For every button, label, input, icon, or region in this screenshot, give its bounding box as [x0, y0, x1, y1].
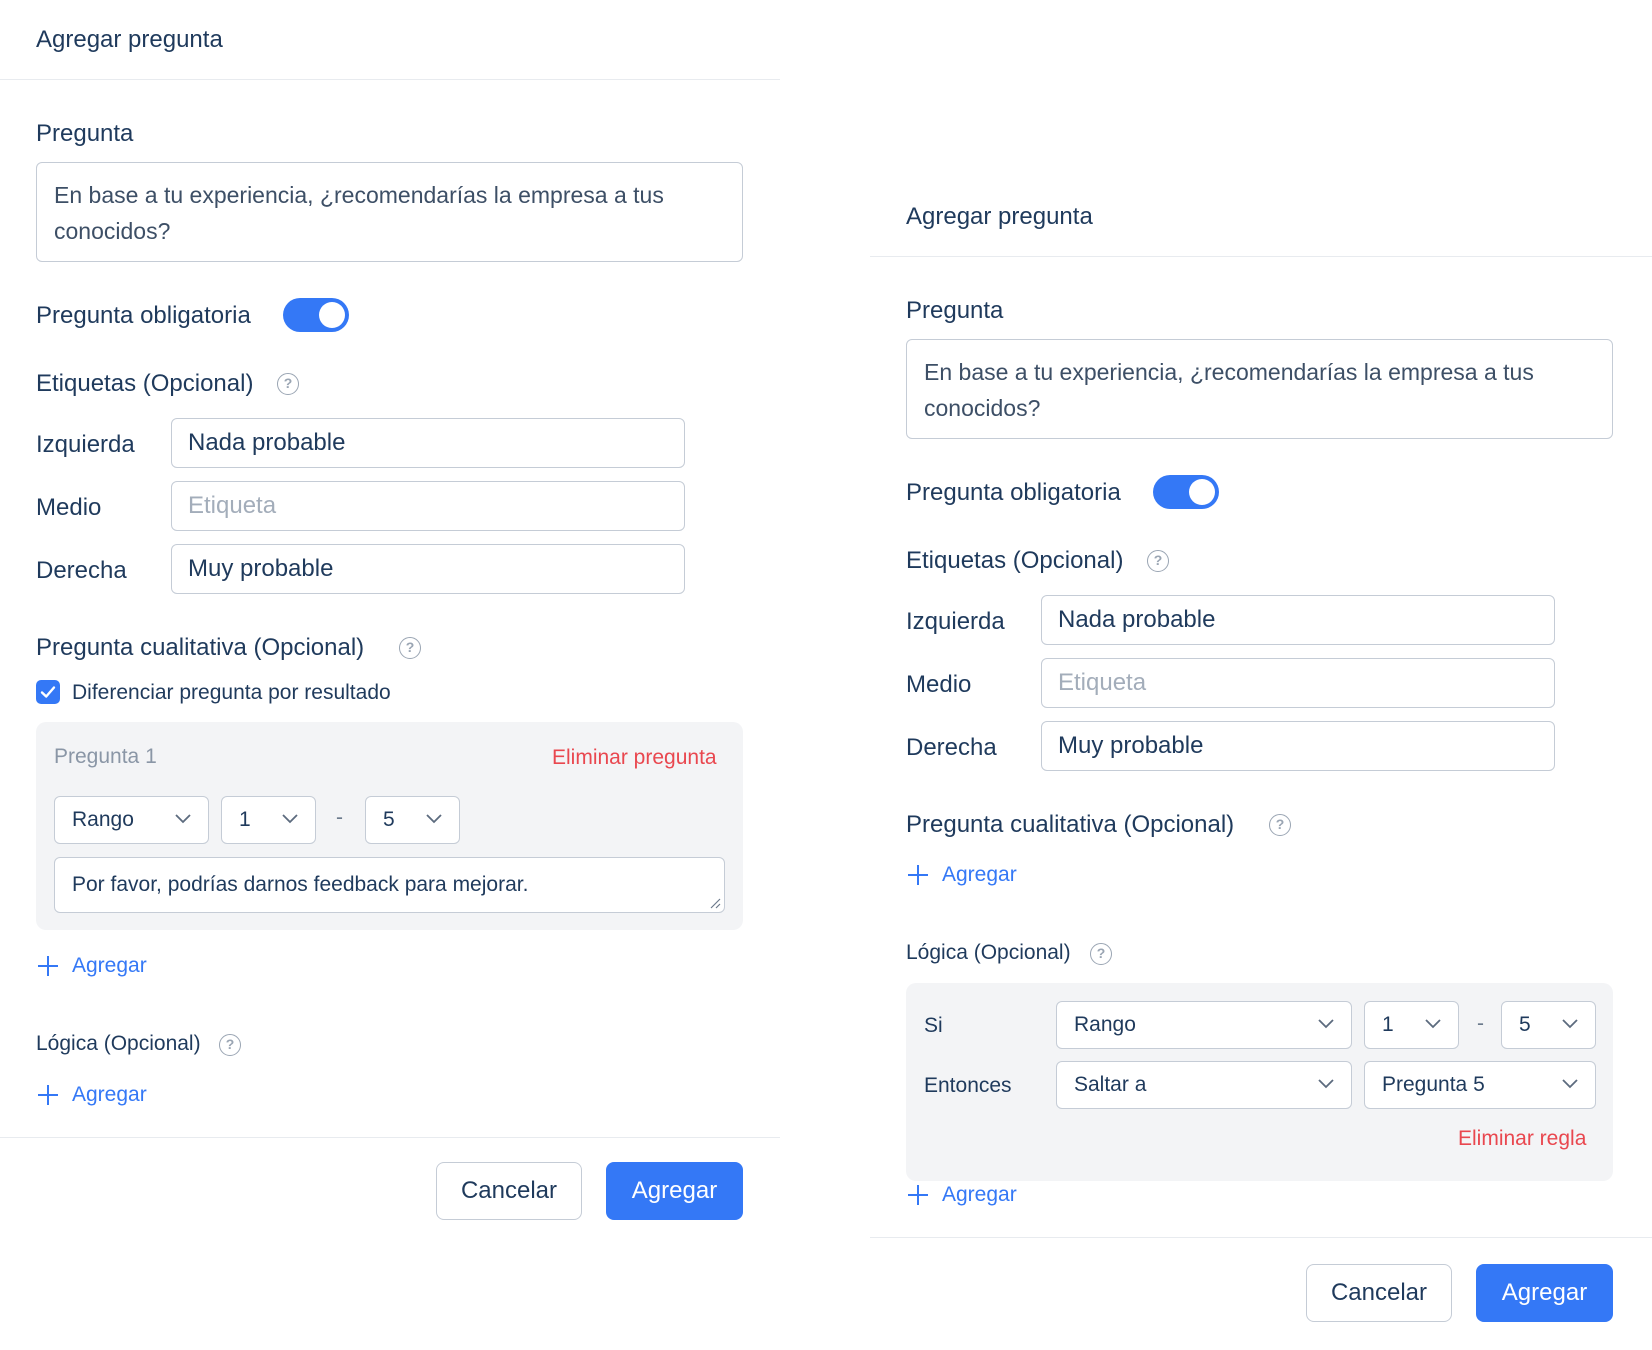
rule-if-type-select[interactable]: Rango — [1056, 1001, 1352, 1049]
label-middle-input[interactable]: Etiqueta — [171, 481, 685, 531]
add-question-dialog-right: Agregar pregunta Pregunta En base a tu e… — [870, 175, 1652, 1350]
differentiate-label: Diferenciar pregunta por resultado — [72, 681, 391, 704]
qualitative-heading: Pregunta cualitativa (Opcional) — [36, 634, 365, 661]
rule-to-value: 5 — [1519, 1013, 1531, 1036]
label-middle-caption: Medio — [36, 494, 102, 521]
add-qualitative-label: Agregar — [72, 954, 147, 977]
rule-from-value: 1 — [1382, 1013, 1394, 1036]
label-left-caption: Izquierda — [36, 431, 135, 458]
label-left-input[interactable]: Nada probable — [171, 418, 685, 468]
differentiate-checkbox[interactable] — [36, 680, 60, 704]
question-label: Pregunta — [906, 297, 1004, 324]
cancel-button[interactable]: Cancelar — [1306, 1264, 1452, 1322]
help-icon[interactable]: ? — [399, 637, 421, 659]
footer-divider — [0, 1137, 780, 1138]
rule-then-action-value: Saltar a — [1074, 1073, 1147, 1096]
range-to-select[interactable]: 5 — [365, 796, 460, 844]
rule-then-target-select[interactable]: Pregunta 5 — [1364, 1061, 1596, 1109]
delete-question-link[interactable]: Eliminar pregunta — [552, 746, 717, 770]
label-left-caption: Izquierda — [906, 608, 1005, 635]
chevron-down-icon — [1318, 1079, 1334, 1089]
add-logic-link[interactable]: Agregar — [908, 1183, 1017, 1207]
dialog-title: Agregar pregunta — [36, 26, 223, 53]
chevron-down-icon — [426, 814, 442, 824]
check-icon — [40, 686, 56, 698]
chevron-down-icon — [1562, 1019, 1578, 1029]
logic-heading: Lógica (Opcional) — [36, 1032, 201, 1055]
question-textarea[interactable]: En base a tu experiencia, ¿recomendarías… — [906, 339, 1613, 439]
plus-icon — [38, 956, 58, 976]
help-icon[interactable]: ? — [277, 373, 299, 395]
question-textarea[interactable]: En base a tu experiencia, ¿recomendarías… — [36, 162, 743, 262]
subquestion-card: Pregunta 1 Eliminar pregunta Rango 1 - 5… — [36, 722, 743, 930]
header-divider — [870, 256, 1652, 257]
header-divider — [0, 79, 780, 80]
qualitative-heading: Pregunta cualitativa (Opcional) — [906, 811, 1235, 838]
rule-then-action-select[interactable]: Saltar a — [1056, 1061, 1352, 1109]
plus-icon — [908, 1185, 928, 1205]
question-label: Pregunta — [36, 120, 134, 147]
toggle-knob — [319, 302, 345, 328]
logic-rule-card: Si Rango 1 - 5 Entonces Saltar a Pregunt… — [906, 983, 1613, 1181]
add-qualitative-link[interactable]: Agregar — [908, 863, 1017, 887]
toggle-knob — [1189, 479, 1215, 505]
rule-then-target-value: Pregunta 5 — [1382, 1073, 1485, 1096]
rule-then-label: Entonces — [924, 1074, 1012, 1097]
required-toggle[interactable] — [283, 298, 349, 332]
label-middle-caption: Medio — [906, 671, 972, 698]
labels-heading: Etiquetas (Opcional) — [36, 370, 254, 397]
subquestion-text: Por favor, podrías darnos feedback para … — [72, 873, 529, 896]
footer-divider — [870, 1237, 1652, 1238]
delete-rule-link[interactable]: Eliminar regla — [1458, 1127, 1586, 1151]
chevron-down-icon — [175, 814, 191, 824]
help-icon[interactable]: ? — [219, 1034, 241, 1056]
chevron-down-icon — [1425, 1019, 1441, 1029]
resize-grip-icon[interactable] — [709, 897, 721, 909]
label-middle-input[interactable]: Etiqueta — [1041, 658, 1555, 708]
rule-if-type-value: Rango — [1074, 1013, 1136, 1036]
range-from-value: 1 — [239, 808, 251, 831]
rule-to-select[interactable]: 5 — [1501, 1001, 1596, 1049]
help-icon[interactable]: ? — [1269, 814, 1291, 836]
label-left-input[interactable]: Nada probable — [1041, 595, 1555, 645]
rule-if-label: Si — [924, 1014, 943, 1037]
chevron-down-icon — [282, 814, 298, 824]
required-label: Pregunta obligatoria — [36, 302, 251, 329]
rule-from-select[interactable]: 1 — [1364, 1001, 1459, 1049]
add-logic-label: Agregar — [942, 1183, 1017, 1206]
chevron-down-icon — [1562, 1079, 1578, 1089]
labels-heading: Etiquetas (Opcional) — [906, 547, 1124, 574]
label-right-caption: Derecha — [906, 734, 997, 761]
range-from-select[interactable]: 1 — [221, 796, 316, 844]
subquestion-textarea[interactable]: Por favor, podrías darnos feedback para … — [54, 857, 725, 913]
rule-range-separator: - — [1477, 1012, 1484, 1035]
cancel-button[interactable]: Cancelar — [436, 1162, 582, 1220]
add-qualitative-link[interactable]: Agregar — [38, 954, 147, 978]
range-separator: - — [336, 806, 343, 829]
chevron-down-icon — [1318, 1019, 1334, 1029]
add-question-dialog-left: Agregar pregunta Pregunta En base a tu e… — [0, 0, 780, 1240]
logic-heading: Lógica (Opcional) — [906, 941, 1071, 964]
range-type-select[interactable]: Rango — [54, 796, 209, 844]
plus-icon — [908, 865, 928, 885]
submit-button[interactable]: Agregar — [1476, 1264, 1613, 1322]
add-logic-label: Agregar — [72, 1083, 147, 1106]
label-right-input[interactable]: Muy probable — [171, 544, 685, 594]
range-to-value: 5 — [383, 808, 395, 831]
range-type-value: Rango — [72, 808, 134, 831]
add-qualitative-label: Agregar — [942, 863, 1017, 886]
help-icon[interactable]: ? — [1090, 943, 1112, 965]
required-label: Pregunta obligatoria — [906, 479, 1121, 506]
submit-button[interactable]: Agregar — [606, 1162, 743, 1220]
label-right-caption: Derecha — [36, 557, 127, 584]
help-icon[interactable]: ? — [1147, 550, 1169, 572]
required-toggle[interactable] — [1153, 475, 1219, 509]
dialog-title: Agregar pregunta — [906, 203, 1093, 230]
plus-icon — [38, 1085, 58, 1105]
subquestion-title: Pregunta 1 — [54, 745, 157, 768]
label-right-input[interactable]: Muy probable — [1041, 721, 1555, 771]
add-logic-link[interactable]: Agregar — [38, 1083, 147, 1107]
